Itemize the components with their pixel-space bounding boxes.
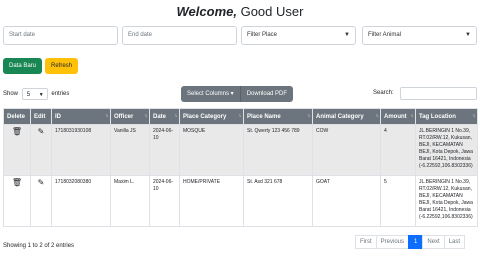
user-name: Good User <box>240 4 304 19</box>
chevron-down-icon: ▼ <box>465 32 471 38</box>
col-delete: Delete <box>3 108 31 125</box>
end-date-input[interactable]: End date <box>122 26 237 45</box>
cell-place-name: St. Qwerty 123 456 789 <box>243 124 313 176</box>
col-edit: Edit <box>30 108 52 125</box>
filter-bar: Start date End date Filter Place ▼ Filte… <box>3 26 477 45</box>
sort-icon: ↑↓ <box>375 113 379 119</box>
col-place-name-label: Place Name <box>247 113 281 120</box>
delete-cell: 🗑 <box>3 124 31 176</box>
sort-icon: ↑↓ <box>410 113 414 119</box>
cell-officer: Vanilla JS <box>110 124 150 176</box>
cell-animal-category: GOAT <box>312 175 381 227</box>
table-row: 🗑 ✎ 1718031930108 Vanilla JS 2024-06-10 … <box>3 124 478 176</box>
table-actions: Select Columns ▾ Download PDF <box>181 86 294 102</box>
table-header-row: Delete Edit ID ↑↓ Officer ↑↓ Date ↑↓ Place … <box>3 108 478 125</box>
animal-filter-select[interactable]: Filter Animal ▼ <box>362 26 477 45</box>
cell-amount: 4 <box>380 124 416 176</box>
next-page-button[interactable]: Next <box>422 235 445 249</box>
edit-cell: ✎ <box>30 124 52 176</box>
place-filter-select[interactable]: Filter Place ▼ <box>241 26 356 45</box>
cell-date: 2024-06-10 <box>149 175 180 227</box>
first-page-button[interactable]: First <box>355 235 377 249</box>
search-label: Search: <box>373 90 394 96</box>
cell-id: 1718031930108 <box>51 124 111 176</box>
col-place-category-label: Place Category <box>183 113 227 120</box>
col-place-category[interactable]: Place Category ↑↓ <box>179 108 244 125</box>
entries-label: entries <box>51 91 70 97</box>
trash-icon[interactable]: 🗑 <box>12 127 22 136</box>
edit-cell: ✎ <box>30 175 52 227</box>
col-date-label: Date <box>153 113 167 120</box>
col-officer-label: Officer <box>114 113 134 120</box>
trash-icon[interactable]: 🗑 <box>12 178 22 187</box>
sort-icon: ↑↓ <box>174 113 178 119</box>
cell-tag-location: JL.BERINGIN 1 No.39, RT.02/RW.12, Kukusa… <box>415 175 478 227</box>
cell-date: 2024-06-10 <box>149 124 180 176</box>
show-label: Show <box>3 91 19 97</box>
chevron-down-icon: ▼ <box>38 92 44 98</box>
page-1-button[interactable]: 1 <box>408 235 424 249</box>
col-animal-category-label: Animal Category <box>316 113 364 120</box>
table-info: Showing 1 to 2 of 2 entries <box>3 243 75 249</box>
cell-place-category: HOME/PRIVATE <box>179 175 244 227</box>
cell-animal-category: COW <box>312 124 381 176</box>
start-date-input[interactable]: Start date <box>3 26 118 45</box>
entries-select[interactable]: 5 ▼ <box>21 88 48 100</box>
col-place-name[interactable]: Place Name ↑↓ <box>243 108 313 125</box>
col-animal-category[interactable]: Animal Category ↑↓ <box>312 108 381 125</box>
col-id[interactable]: ID ↑↓ <box>51 108 111 125</box>
col-amount[interactable]: Amount ↑↓ <box>380 108 416 125</box>
cell-id: 1718032080380 <box>51 175 111 227</box>
sort-icon: ↑↓ <box>105 113 109 119</box>
col-amount-label: Amount <box>384 113 407 120</box>
edit-icon[interactable]: ✎ <box>38 178 45 187</box>
select-columns-button[interactable]: Select Columns ▾ <box>181 86 240 102</box>
place-filter-label: Filter Place <box>247 32 278 38</box>
animal-filter-label: Filter Animal <box>368 32 402 38</box>
col-tag-location[interactable]: Tag Location ↑↓ <box>415 108 478 125</box>
new-data-button[interactable]: Data Baru <box>3 58 42 74</box>
edit-icon[interactable]: ✎ <box>38 127 45 136</box>
sort-icon: ↑↓ <box>144 113 148 119</box>
search-input[interactable] <box>400 87 477 100</box>
chevron-down-icon: ▼ <box>344 32 350 38</box>
col-tag-location-label: Tag Location <box>419 113 456 120</box>
delete-cell: 🗑 <box>3 175 31 227</box>
sort-icon: ↑↓ <box>472 113 476 119</box>
cell-tag-location: JL.BERINGIN 1 No.39, RT.02/RW.12, Kukusa… <box>415 124 478 176</box>
cell-place-category: MOSQUE <box>179 124 244 176</box>
col-id-label: ID <box>55 113 61 120</box>
download-pdf-button[interactable]: Download PDF <box>239 86 294 102</box>
table-row: 🗑 ✎ 1718032080380 Maxim L. 2024-06-10 HO… <box>3 175 478 227</box>
cell-place-name: St. Asd 321 678 <box>243 175 313 227</box>
entries-value: 5 <box>26 92 31 98</box>
greeting: Welcome, <box>176 4 237 19</box>
col-officer[interactable]: Officer ↑↓ <box>110 108 150 125</box>
col-date[interactable]: Date ↑↓ <box>149 108 180 125</box>
entries-length: Show 5 ▼ entries <box>3 88 69 100</box>
pagination: First Previous 1 Next Last <box>355 235 466 249</box>
cell-amount: 5 <box>380 175 416 227</box>
page-title: Welcome, Good User <box>0 4 480 19</box>
sort-icon: ↑↓ <box>307 113 311 119</box>
cell-officer: Maxim L. <box>110 175 150 227</box>
last-page-button[interactable]: Last <box>443 235 466 249</box>
refresh-button[interactable]: Refresh <box>45 58 78 74</box>
previous-page-button[interactable]: Previous <box>375 235 410 249</box>
sort-icon: ↑↓ <box>238 113 242 119</box>
data-table: Delete Edit ID ↑↓ Officer ↑↓ Date ↑↓ Place … <box>3 108 478 227</box>
